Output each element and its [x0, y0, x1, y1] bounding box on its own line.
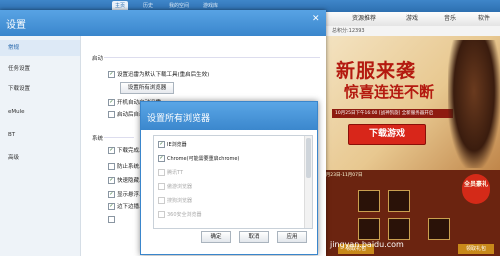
- browser-item-sogou: 搜狗浏览器: [158, 197, 192, 204]
- sidebar-item-emule[interactable]: eMule: [0, 104, 80, 120]
- checkbox[interactable]: [108, 71, 115, 78]
- checkbox: [158, 183, 165, 190]
- game-ad-banner[interactable]: 新服来袭 惊喜连连不断 10月25日下午16:00 [战神凯旋] 全新服务器开启…: [318, 36, 500, 170]
- claim-gift-button[interactable]: 领取礼包: [458, 244, 494, 254]
- sidebar-item-download-settings[interactable]: 下载设置: [0, 81, 80, 97]
- checkbox[interactable]: [108, 203, 115, 210]
- option-label: 设置迅雷为默认下载工具(重启后生效): [117, 72, 210, 78]
- system-option[interactable]: 下载完成...: [108, 146, 144, 154]
- system-option[interactable]: 显示悬浮...: [108, 190, 144, 198]
- sidebar-item-advanced[interactable]: 高级: [0, 150, 80, 166]
- watermark-text: jingyan.baidu.com: [330, 240, 404, 249]
- ad-title: 新服来袭: [336, 60, 417, 82]
- settings-sidebar: 常规 任务设置 下载设置 eMule BT 高级: [0, 36, 81, 256]
- section-divider: [104, 137, 134, 138]
- browser-list: IE浏览器 Chrome(可能需要重启chrome) 腾讯TT 傲游浏览器 搜狗…: [153, 135, 313, 229]
- reward-item-slot: [428, 218, 450, 240]
- reward-item-slot: [388, 190, 410, 212]
- browser-item-tt: 腾讯TT: [158, 169, 183, 176]
- ok-button[interactable]: 确定: [201, 231, 231, 243]
- ad-date-range: 10月23日-11月07日: [320, 173, 363, 178]
- background-nav: 资源推荐 游戏 音乐 软件: [318, 12, 500, 27]
- settings-title-bar[interactable]: 设置 ✕: [0, 10, 326, 36]
- ad-gift-badge[interactable]: 全员豪礼: [462, 174, 490, 204]
- nav-item-resources[interactable]: 资源推荐: [352, 12, 376, 26]
- ad-date-line: 10月25日下午16:00 [战神凯旋] 全新服务器开启: [332, 109, 453, 118]
- list-scrollbar[interactable]: [304, 136, 312, 228]
- close-icon[interactable]: ✕: [312, 14, 320, 24]
- checkbox[interactable]: [108, 216, 115, 223]
- browser-label: 360安全浏览器: [167, 212, 202, 218]
- sidebar-item-task-settings[interactable]: 任务设置: [0, 61, 80, 77]
- reward-item-slot: [358, 218, 380, 240]
- browser-label: IE浏览器: [167, 142, 187, 148]
- points-text: 总积分:12393: [332, 28, 365, 34]
- browser-item-ie[interactable]: IE浏览器: [158, 141, 187, 148]
- system-option[interactable]: 快速隐藏...: [108, 176, 144, 184]
- settings-title: 设置: [6, 20, 26, 31]
- checkbox[interactable]: [108, 191, 115, 198]
- default-download-tool-option[interactable]: 设置迅雷为默认下载工具(重启后生效): [108, 70, 209, 78]
- nav-item-music[interactable]: 音乐: [444, 12, 456, 26]
- dialog-title-bar[interactable]: 设置所有浏览器: [141, 102, 317, 130]
- reward-item-slot: [388, 218, 410, 240]
- apply-button[interactable]: 应用: [277, 231, 307, 243]
- startup-section-label: 启动: [92, 56, 104, 62]
- scrollbar-thumb[interactable]: [306, 138, 311, 178]
- browser-item-maxthon: 傲游浏览器: [158, 183, 192, 190]
- browser-label: 搜狗浏览器: [167, 198, 193, 204]
- browser-item-360: 360安全浏览器: [158, 211, 202, 218]
- ad-download-button[interactable]: 下载游戏: [348, 124, 426, 145]
- checkbox[interactable]: [108, 99, 115, 106]
- browser-label: 腾讯TT: [167, 170, 184, 176]
- checkbox[interactable]: [108, 147, 115, 154]
- sidebar-item-bt[interactable]: BT: [0, 127, 80, 143]
- checkbox[interactable]: [108, 111, 115, 118]
- warrior-illustration: [448, 40, 500, 168]
- cancel-button[interactable]: 取消: [239, 231, 269, 243]
- ad-subtitle: 惊喜连连不断: [344, 83, 435, 101]
- nav-item-games[interactable]: 游戏: [406, 12, 418, 26]
- reward-item-slot: [358, 190, 380, 212]
- system-option[interactable]: 防止系统...: [108, 162, 144, 170]
- checkbox: [158, 211, 165, 218]
- browser-label: Chrome(可能需要重启chrome): [167, 156, 240, 162]
- checkbox[interactable]: [108, 177, 115, 184]
- checkbox: [158, 197, 165, 204]
- browser-label: 傲游浏览器: [167, 184, 193, 190]
- set-all-browsers-button[interactable]: 设置所有浏览器: [120, 82, 174, 94]
- system-section-label: 系统: [92, 136, 104, 142]
- points-status: 总积分:12393: [318, 26, 500, 36]
- checkbox: [158, 169, 165, 176]
- system-option[interactable]: [108, 216, 117, 223]
- browser-item-chrome[interactable]: Chrome(可能需要重启chrome): [158, 155, 239, 162]
- checkbox[interactable]: [158, 141, 165, 148]
- checkbox[interactable]: [108, 163, 115, 170]
- dialog-title: 设置所有浏览器: [147, 114, 211, 124]
- nav-item-software[interactable]: 软件: [478, 12, 490, 26]
- checkbox[interactable]: [158, 155, 165, 162]
- section-divider: [104, 57, 320, 58]
- sidebar-item-general[interactable]: 常规: [0, 40, 80, 56]
- system-option[interactable]: 边下边播...: [108, 202, 144, 210]
- set-all-browsers-dialog: 设置所有浏览器 IE浏览器 Chrome(可能需要重启chrome) 腾讯TT …: [140, 101, 318, 255]
